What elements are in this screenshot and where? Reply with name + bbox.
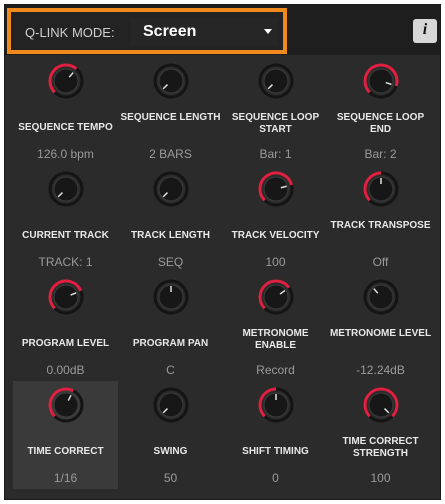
knob-dial[interactable] xyxy=(258,63,294,99)
knob-body xyxy=(53,68,78,94)
knob-body xyxy=(53,176,78,202)
knob-label: METRONOME ENABLE xyxy=(242,328,309,351)
info-icon: i xyxy=(422,21,428,38)
qlink-knob-time-correct[interactable]: TIME CORRECT 1/16 xyxy=(13,381,118,489)
qlink-knob-sequence-loop-end[interactable]: SEQUENCE LOOP END Bar: 2 xyxy=(328,57,433,165)
knob-dial[interactable] xyxy=(363,387,399,423)
knob-body xyxy=(368,392,393,418)
qlink-mode-value: Screen xyxy=(143,23,197,40)
knob-body xyxy=(53,284,78,310)
qlink-knob-current-track[interactable]: CURRENT TRACK TRACK: 1 xyxy=(13,165,118,273)
knob-label: SEQUENCE LOOP START xyxy=(231,112,320,135)
knob-value: 2 BARS xyxy=(149,147,192,161)
qlink-mode-label: Q-LINK MODE: xyxy=(25,25,115,40)
knob-label: SEQUENCE LOOP END xyxy=(336,112,425,135)
knob-label: SHIFT TIMING xyxy=(242,446,309,457)
knob-label: SEQUENCE TEMPO xyxy=(18,122,113,133)
knob-body xyxy=(263,68,288,94)
knob-dial[interactable] xyxy=(258,279,294,315)
knob-value: C xyxy=(166,363,175,377)
knob-value: SEQ xyxy=(157,255,184,269)
knob-value: 100 xyxy=(370,471,391,485)
knob-dial[interactable] xyxy=(153,279,189,315)
qlink-mode-highlight: Q-LINK MODE: Screen xyxy=(7,8,287,54)
knob-body xyxy=(158,392,183,418)
qlink-knob-shift-timing[interactable]: SHIFT TIMING 0 xyxy=(223,381,328,489)
qlink-knob-track-length[interactable]: TRACK LENGTH SEQ xyxy=(118,165,223,273)
knob-grid: SEQUENCE TEMPO 126.0 bpm SEQUENCE LENGTH 2 … xyxy=(13,57,435,489)
knob-value: TRACK: 1 xyxy=(38,255,93,269)
knob-body xyxy=(263,176,288,202)
knob-body xyxy=(263,284,288,310)
knob-body xyxy=(368,284,393,310)
knob-value: Bar: 1 xyxy=(259,147,292,161)
knob-value: Off xyxy=(372,255,389,269)
knob-value: 100 xyxy=(265,255,286,269)
qlink-panel: Q-LINK MODE: Screen i SEQUENCE TEMPO 126.… xyxy=(4,4,441,500)
qlink-knob-sequence-tempo[interactable]: SEQUENCE TEMPO 126.0 bpm xyxy=(13,57,118,165)
knob-value: Record xyxy=(256,363,295,377)
knob-label: SEQUENCE LENGTH xyxy=(120,112,221,123)
knob-label: METRONOME LEVEL xyxy=(329,328,432,339)
qlink-knob-sequence-length[interactable]: SEQUENCE LENGTH 2 BARS xyxy=(118,57,223,165)
info-button[interactable]: i xyxy=(413,19,437,43)
knob-label: CURRENT TRACK xyxy=(22,230,109,241)
knob-value: 0.00dB xyxy=(46,363,85,377)
knob-label: PROGRAM PAN xyxy=(132,338,209,349)
knob-dial[interactable] xyxy=(363,63,399,99)
qlink-knob-program-level[interactable]: PROGRAM LEVEL 0.00dB xyxy=(13,273,118,381)
knob-value: Bar: 2 xyxy=(364,147,397,161)
knob-dial[interactable] xyxy=(363,279,399,315)
knob-dial[interactable] xyxy=(48,279,84,315)
knob-dial[interactable] xyxy=(48,63,84,99)
knob-dial[interactable] xyxy=(258,171,294,207)
knob-value: -12.24dB xyxy=(356,363,405,377)
knob-dial[interactable] xyxy=(153,63,189,99)
knob-label: TRACK LENGTH xyxy=(131,230,210,241)
knob-label: TRACK VELOCITY xyxy=(231,230,320,241)
qlink-knob-metronome-enable[interactable]: METRONOME ENABLE Record xyxy=(223,273,328,381)
qlink-knob-program-pan[interactable]: PROGRAM PAN C xyxy=(118,273,223,381)
knob-label: TIME CORRECT STRENGTH xyxy=(342,436,419,459)
qlink-knob-sequence-loop-start[interactable]: SEQUENCE LOOP START Bar: 1 xyxy=(223,57,328,165)
knob-dial[interactable] xyxy=(153,387,189,423)
chevron-down-icon xyxy=(264,29,272,34)
knob-value: 0 xyxy=(272,471,279,485)
qlink-knob-track-velocity[interactable]: TRACK VELOCITY 100 xyxy=(223,165,328,273)
knob-label: SWING xyxy=(153,446,188,457)
qlink-knob-metronome-level[interactable]: METRONOME LEVEL -12.24dB xyxy=(328,273,433,381)
header-bar: Q-LINK MODE: Screen i xyxy=(5,5,440,55)
knob-value: 126.0 bpm xyxy=(37,147,94,161)
knob-body xyxy=(158,176,183,202)
knob-dial[interactable] xyxy=(48,171,84,207)
knob-body xyxy=(53,392,78,418)
qlink-knob-swing[interactable]: SWING 50 xyxy=(118,381,223,489)
knob-dial[interactable] xyxy=(363,171,399,207)
knob-body xyxy=(158,68,183,94)
qlink-mode-dropdown[interactable]: Screen xyxy=(131,19,278,45)
qlink-knob-time-correct-strength[interactable]: TIME CORRECT STRENGTH 100 xyxy=(328,381,433,489)
knob-dial[interactable] xyxy=(258,387,294,423)
knob-label: PROGRAM LEVEL xyxy=(21,338,110,349)
knob-label: TIME CORRECT xyxy=(27,446,104,457)
knob-value: 50 xyxy=(163,471,178,485)
knob-label: TRACK TRANSPOSE xyxy=(330,220,431,231)
knob-body xyxy=(368,68,393,94)
knob-dial[interactable] xyxy=(153,171,189,207)
knob-value: 1/16 xyxy=(53,471,78,485)
qlink-knob-track-transpose[interactable]: TRACK TRANSPOSE Off xyxy=(328,165,433,273)
knob-dial[interactable] xyxy=(48,387,84,423)
